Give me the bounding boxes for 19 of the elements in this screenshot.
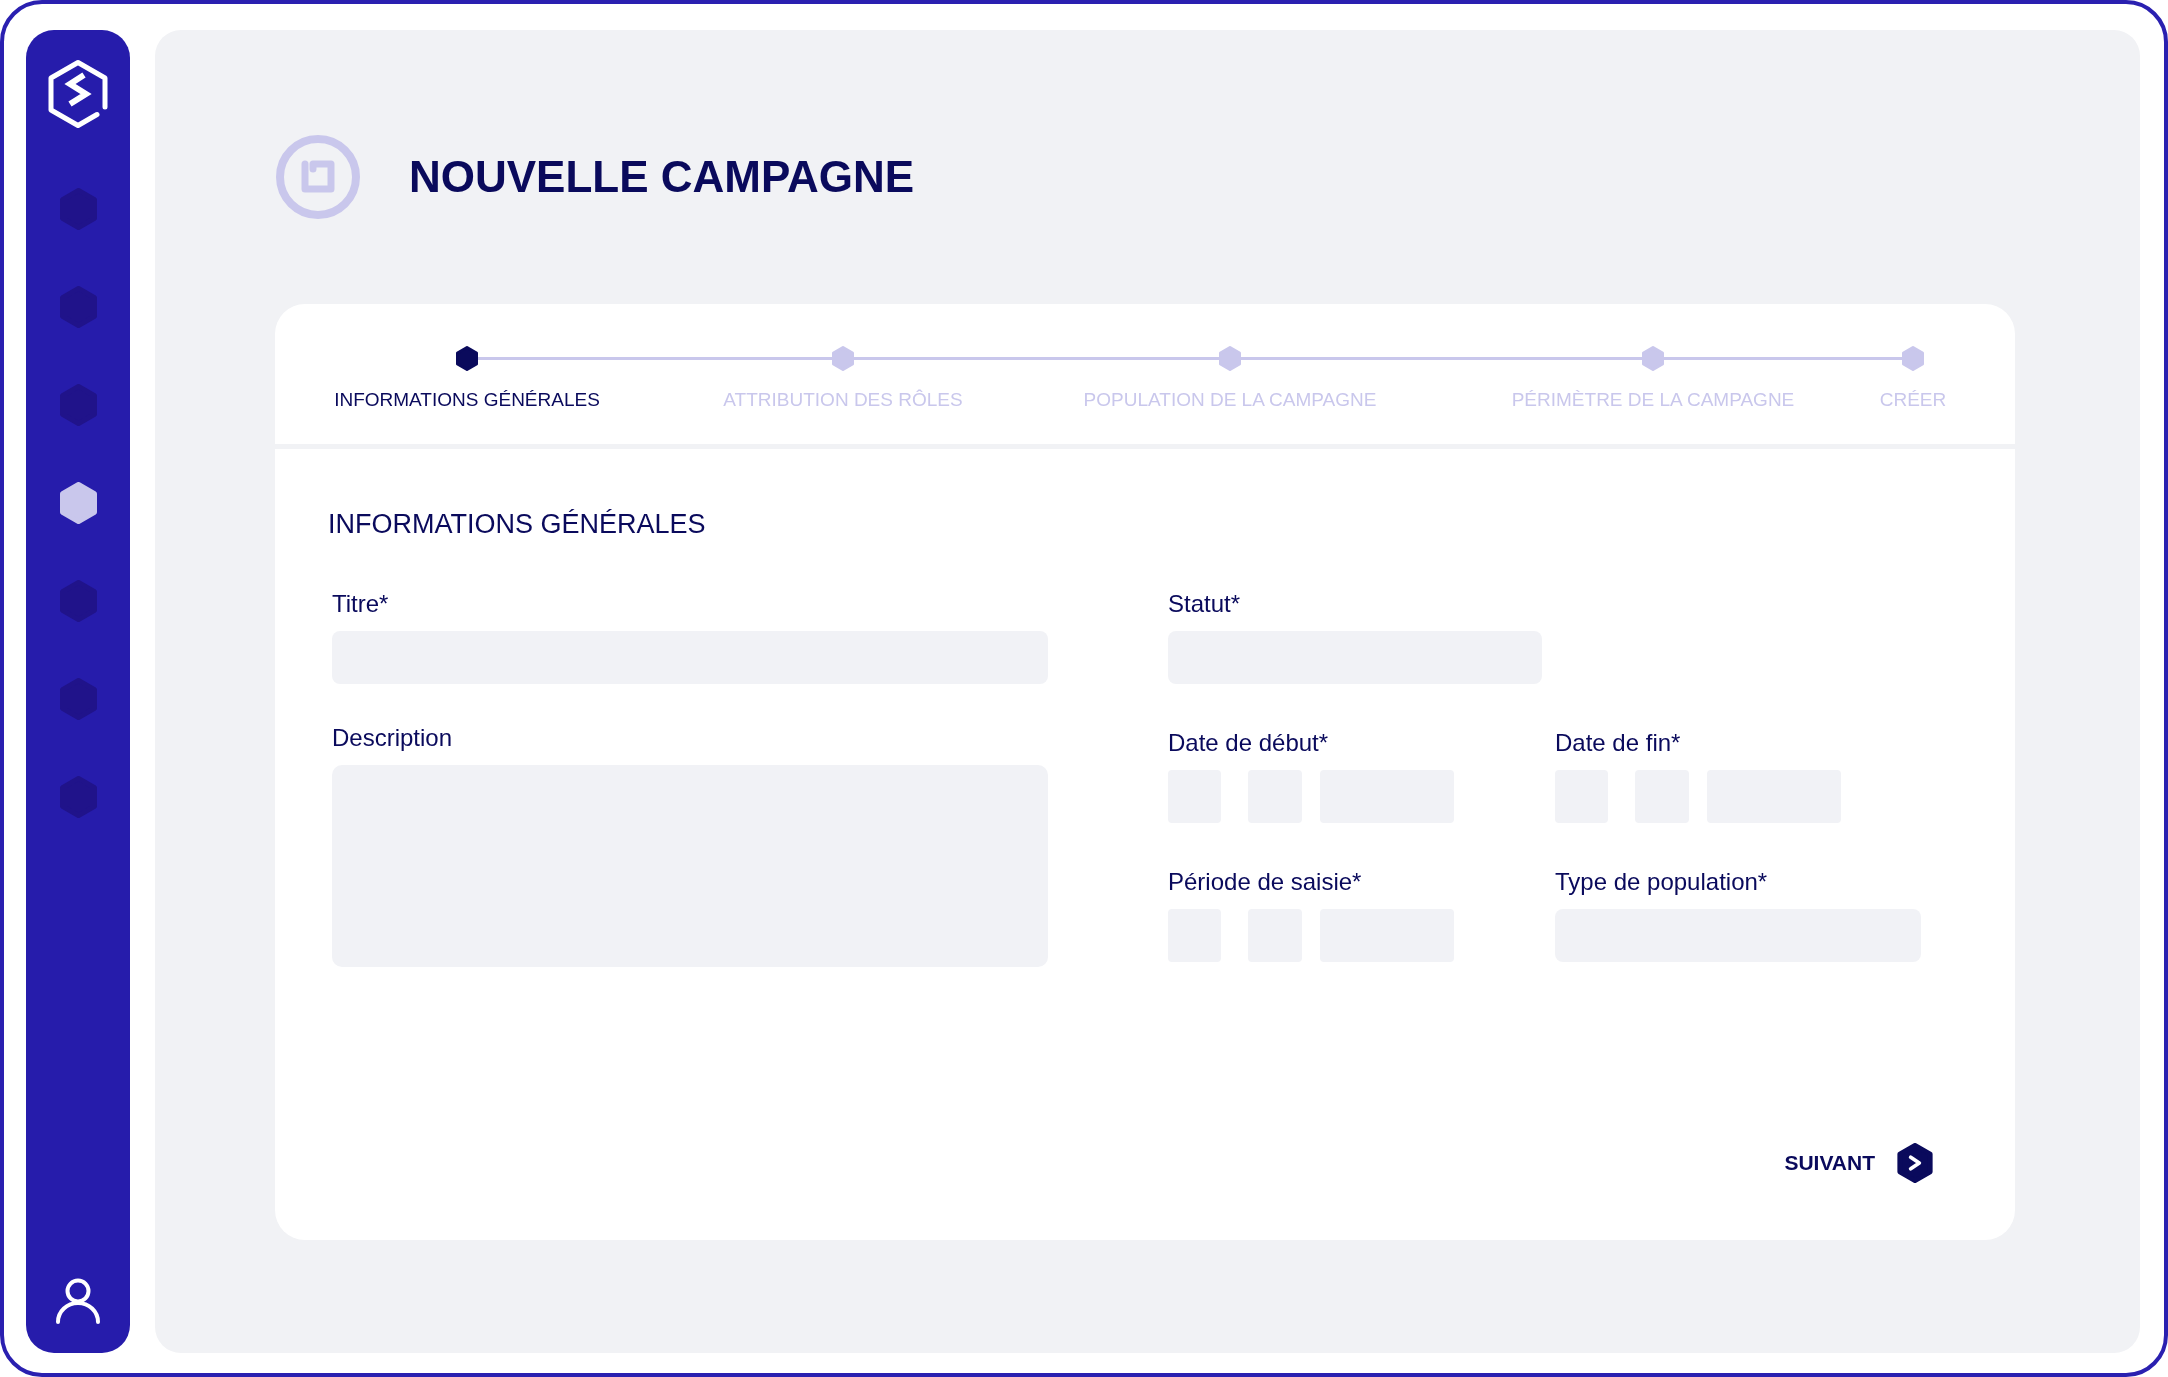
field-label: Description [332, 723, 454, 753]
next-button[interactable]: SUIVANT [1784, 1143, 1933, 1183]
field-label: Type de population* [1555, 867, 1769, 897]
page-title: NOUVELLE CAMPAGNE [409, 152, 915, 202]
field-label: Date de fin* [1555, 728, 1682, 758]
field-label: Période de saisie* [1168, 867, 1363, 897]
square-in-circle-icon [276, 135, 360, 219]
step-label: POPULATION DE LA CAMPAGNE [1083, 388, 1377, 412]
hexagon-chevron-icon [1897, 1143, 1933, 1183]
step-label: PÉRIMÈTRE DE LA CAMPAGNE [1511, 388, 1795, 412]
field-label: Statut* [1168, 589, 1242, 619]
field-label: Date de début* [1168, 728, 1330, 758]
step-label: ATTRIBUTION DES RÔLES [723, 388, 963, 412]
step-label: INFORMATIONS GÉNÉRALES [334, 388, 600, 412]
user-icon[interactable] [54, 1278, 102, 1324]
step-label: CRÉER [1879, 388, 1947, 412]
section-title: INFORMATIONS GÉNÉRALES [328, 508, 707, 540]
hexagon-logo-icon[interactable] [46, 58, 110, 130]
field-label: Titre* [332, 589, 390, 619]
